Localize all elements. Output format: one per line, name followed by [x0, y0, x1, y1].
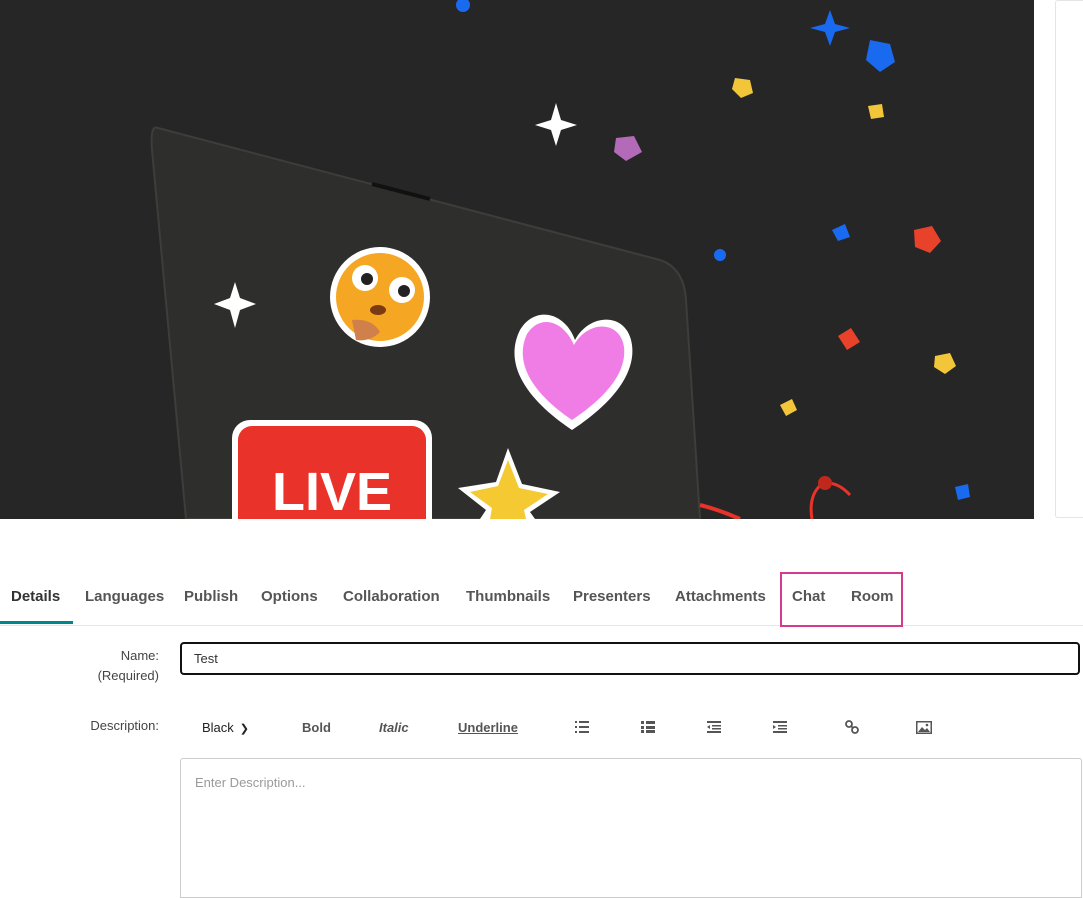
indent-icon — [773, 721, 787, 733]
text-color-select[interactable]: Black ❯ — [202, 710, 249, 746]
tab-languages[interactable]: Languages — [85, 574, 164, 624]
tab-collaboration[interactable]: Collaboration — [343, 574, 440, 624]
bold-button[interactable]: Bold — [302, 710, 331, 746]
indent-button[interactable] — [773, 710, 787, 746]
name-label: Name: (Required) — [60, 646, 159, 686]
name-required-text: (Required) — [97, 668, 159, 683]
bullet-list-button[interactable] — [575, 710, 589, 746]
link-button[interactable] — [845, 710, 859, 746]
tab-details[interactable]: Details — [11, 574, 60, 624]
outdent-icon — [707, 721, 721, 733]
tab-attachments[interactable]: Attachments — [675, 574, 766, 624]
chevron-down-icon: ❯ — [239, 722, 250, 735]
image-button[interactable] — [916, 710, 932, 746]
bullet-list-icon — [575, 721, 589, 733]
live-sticker-text: LIVE — [272, 462, 392, 519]
hero-illustration: LIVE — [150, 0, 970, 519]
numbered-list-button[interactable] — [641, 710, 655, 746]
tab-publish[interactable]: Publish — [184, 574, 238, 624]
italic-button[interactable]: Italic — [379, 710, 409, 746]
active-tab-indicator — [0, 621, 73, 624]
description-editor[interactable] — [180, 758, 1082, 898]
tab-options[interactable]: Options — [261, 574, 318, 624]
side-panel-edge — [1055, 0, 1083, 518]
underline-button[interactable]: Underline — [458, 710, 518, 746]
description-label: Description: — [90, 718, 159, 733]
outdent-button[interactable] — [707, 710, 721, 746]
image-icon — [916, 721, 932, 734]
highlight-annotation-box — [780, 572, 903, 627]
name-input[interactable] — [180, 642, 1080, 675]
tab-presenters[interactable]: Presenters — [573, 574, 651, 624]
name-label-text: Name: — [120, 648, 159, 663]
rich-text-toolbar: Black ❯ Bold Italic Underline — [180, 710, 1080, 746]
event-hero-image: LIVE — [0, 0, 1034, 519]
numbered-list-icon — [641, 721, 655, 733]
text-color-value: Black — [202, 720, 234, 735]
tab-bar: Details Languages Publish Options Collab… — [0, 574, 1083, 626]
link-icon — [845, 720, 859, 734]
tab-thumbnails[interactable]: Thumbnails — [466, 574, 550, 624]
